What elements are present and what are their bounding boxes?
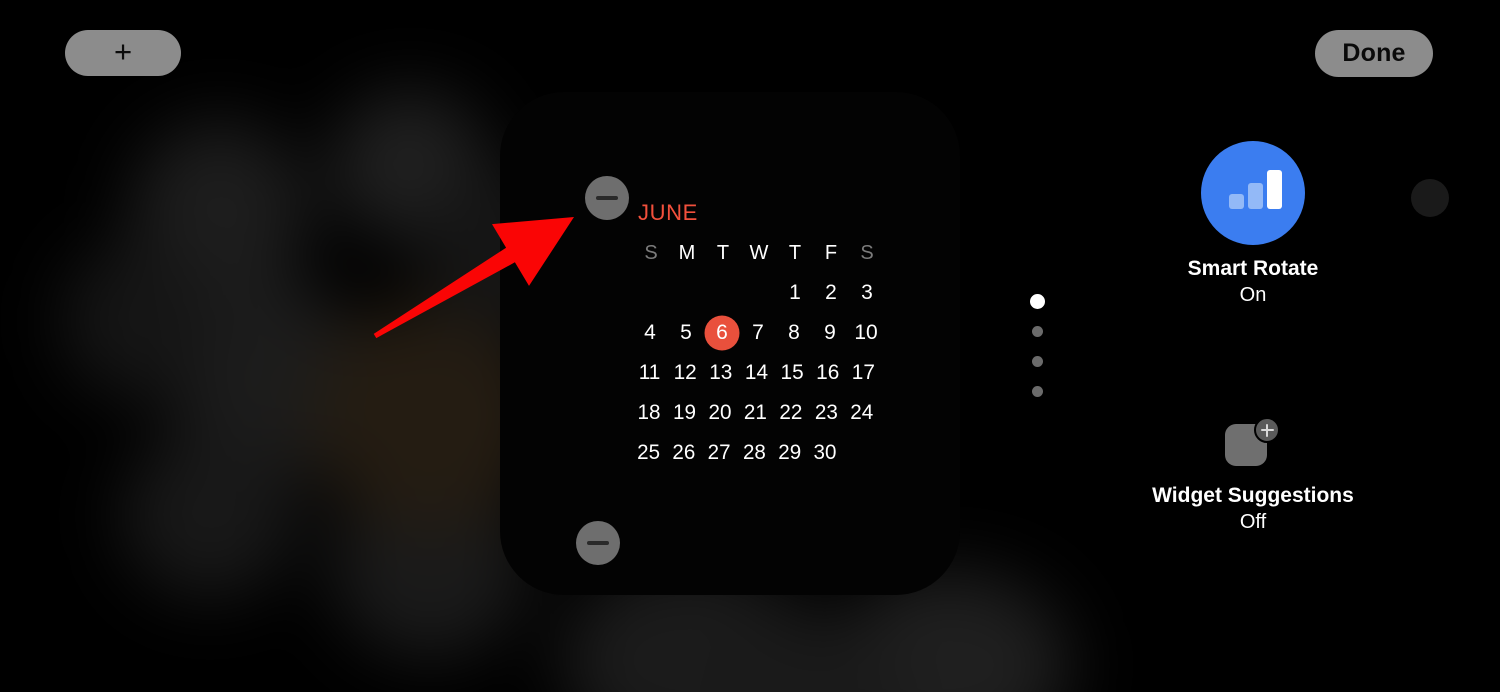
calendar-day: 16 — [811, 358, 845, 388]
remove-widget-button-top[interactable] — [585, 176, 629, 220]
calendar-day: 25 — [632, 438, 665, 468]
calendar-day-number: 6 — [716, 321, 728, 344]
calendar-week-row: 18 19 20 21 22 23 24 — [628, 398, 874, 428]
calendar-day-number: 10 — [854, 321, 878, 344]
calendar-day-number: 17 — [851, 361, 875, 384]
minus-circle-icon — [587, 541, 609, 545]
page-dot-1[interactable] — [1032, 326, 1043, 337]
calendar-day-today: 6 — [704, 315, 740, 351]
setting-tile-widget-suggestions[interactable]: Widget Suggestions Off — [1150, 410, 1356, 534]
calendar-day: 8 — [777, 318, 811, 348]
calendar-day-number: 20 — [708, 401, 732, 424]
calendar-day: 10 — [849, 318, 883, 348]
calendar-day-number: 30 — [813, 441, 837, 464]
calendar-weekday-0: S — [644, 242, 658, 264]
calendar-day-number: 7 — [752, 321, 764, 344]
calendar-widget[interactable]: JUNE S M T W T F S 1 2 3 4 5 6 7 8 9 10 11 12 13 14 15 16 17 18 1… — [630, 200, 880, 480]
calendar-day: 29 — [773, 438, 806, 468]
calendar-day: 4 — [633, 318, 667, 348]
minus-circle-icon — [596, 196, 618, 200]
remove-widget-button-bottom[interactable] — [576, 521, 620, 565]
page-indicator-dots[interactable] — [1030, 294, 1045, 397]
calendar-day-number: 15 — [780, 361, 804, 384]
calendar-week-row: 11 12 13 14 15 16 17 — [629, 358, 877, 388]
calendar-day: 28 — [738, 438, 771, 468]
calendar-day: 14 — [740, 358, 774, 388]
calendar-weekday-2: T — [716, 242, 730, 264]
smart-rotate-title: Smart Rotate — [1187, 257, 1319, 280]
calendar-day: 5 — [669, 318, 703, 348]
calendar-day: 24 — [845, 398, 878, 428]
calendar-week-row: 4 5 6 7 8 9 10 — [629, 315, 879, 351]
calendar-day-number: 11 — [638, 361, 661, 384]
calendar-day: 17 — [847, 358, 881, 388]
calendar-day-number: 1 — [789, 281, 801, 304]
calendar-weekday-3: W — [749, 242, 769, 264]
done-button[interactable]: Done — [1315, 30, 1433, 77]
calendar-day: 1 — [778, 278, 812, 308]
calendar-day-number: 19 — [673, 401, 697, 424]
calendar-day-number: 9 — [824, 321, 836, 344]
calendar-day-number: 13 — [709, 361, 733, 384]
add-widget-button[interactable]: + — [65, 30, 181, 76]
calendar-day: 26 — [667, 438, 700, 468]
calendar-day-number: 24 — [850, 401, 874, 424]
calendar-day-number: 29 — [778, 441, 802, 464]
calendar-weekday-1: M — [678, 242, 696, 264]
widget-suggestions-title: Widget Suggestions — [1152, 484, 1354, 507]
calendar-day: 13 — [704, 358, 738, 388]
calendar-day-number: 2 — [825, 281, 837, 304]
calendar-weekday-header-row: SMTWTFS — [630, 238, 880, 268]
calendar-day: 7 — [741, 318, 775, 348]
next-widget-peek[interactable] — [1411, 179, 1449, 217]
calendar-day: 27 — [702, 438, 735, 468]
calendar-day: 19 — [668, 398, 701, 428]
calendar-weekday-4: T — [788, 242, 802, 264]
setting-tile-smart-rotate[interactable]: Smart Rotate On — [1150, 141, 1356, 307]
calendar-day: 21 — [739, 398, 772, 428]
calendar-weekday-6: S — [860, 242, 874, 264]
calendar-day: 23 — [810, 398, 843, 428]
calendar-week-row: 25 26 27 28 29 30 — [628, 438, 873, 468]
calendar-day-number: 14 — [744, 361, 769, 384]
page-dot-0[interactable] — [1030, 294, 1045, 309]
calendar-day-number: 21 — [743, 401, 767, 424]
smart-rotate-value: On — [1239, 284, 1267, 306]
calendar-day-number: 3 — [861, 281, 873, 304]
calendar-month-label: JUNE — [638, 200, 698, 225]
calendar-day-number: 22 — [779, 401, 803, 424]
calendar-day: 9 — [813, 318, 847, 348]
done-button-label: Done — [1342, 39, 1406, 67]
watch-widget-edit-screen: + Done JUNE S M T W T F S 1 2 3 4 5 6 7 8 9 10 11 12 13 14 15… — [0, 0, 1500, 692]
calendar-week-row: 1 2 3 — [630, 278, 880, 308]
calendar-day-number: 16 — [816, 361, 840, 384]
calendar-day: 20 — [703, 398, 736, 428]
calendar-day-number: 8 — [788, 321, 800, 344]
calendar-day-number: 12 — [673, 361, 697, 384]
calendar-day: 18 — [632, 398, 665, 428]
calendar-weekday-5: F — [824, 242, 838, 264]
calendar-day-number: 26 — [672, 441, 696, 464]
bar-chart-icon — [1201, 141, 1305, 245]
calendar-day-number: 27 — [707, 441, 731, 464]
widget-suggestions-value: Off — [1239, 511, 1267, 533]
calendar-day: 11 — [633, 358, 667, 388]
plus-badge-icon — [1254, 417, 1280, 443]
add-widget-icon — [1222, 410, 1284, 472]
plus-icon: + — [113, 34, 133, 69]
page-dot-3[interactable] — [1032, 386, 1043, 397]
calendar-day-number: 28 — [742, 441, 766, 464]
calendar-day: 2 — [814, 278, 848, 308]
calendar-day: 12 — [668, 358, 702, 388]
calendar-day: 15 — [775, 358, 809, 388]
calendar-day: 30 — [808, 438, 841, 468]
calendar-day-number: 25 — [637, 441, 661, 464]
page-dot-2[interactable] — [1032, 356, 1043, 367]
calendar-day-number: 5 — [680, 321, 692, 344]
calendar-day-number: 18 — [637, 401, 661, 424]
calendar-day: 3 — [850, 278, 884, 308]
calendar-day: 22 — [774, 398, 807, 428]
calendar-day-number: 4 — [644, 321, 656, 344]
calendar-day-number: 23 — [814, 401, 838, 424]
